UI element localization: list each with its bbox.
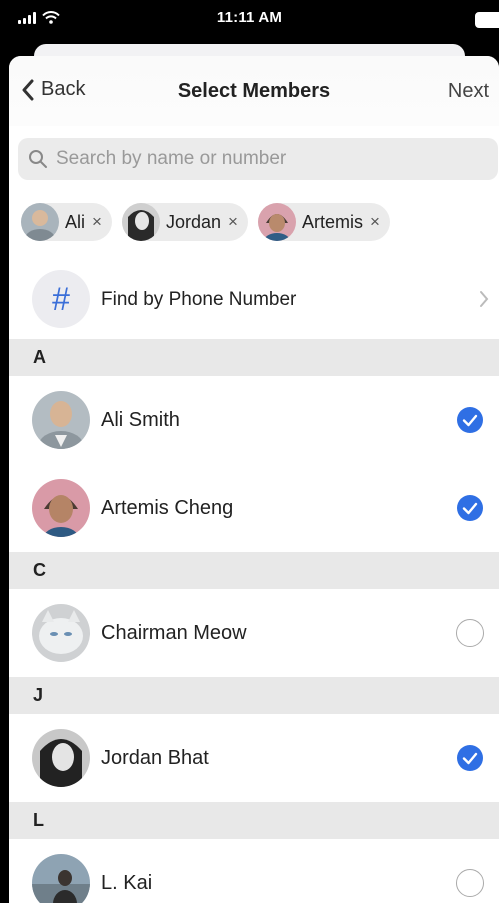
section-header-c: C [9,552,499,589]
checkmark-selected-icon[interactable] [457,407,483,433]
contact-name: L. Kai [101,872,153,894]
checkbox-unselected-icon[interactable] [456,869,484,897]
chip-label: Ali [65,211,86,232]
contact-row-artemis-cheng[interactable]: Artemis Cheng [9,464,499,552]
select-members-sheet: Back Select Members Next Ali × Jordan × [9,56,499,903]
contact-row-l-kai[interactable]: L. Kai [9,839,499,903]
hash-icon: # [32,270,90,328]
search-input[interactable] [54,147,478,171]
remove-chip-icon[interactable]: × [228,212,238,232]
search-icon [29,150,47,168]
section-header-a: A [9,339,499,376]
status-bar: 11:11 AM [0,0,499,40]
section-letter: C [33,560,46,580]
avatar [257,203,296,241]
checkbox-unselected-icon[interactable] [456,619,484,647]
remove-chip-icon[interactable]: × [92,212,102,232]
battery-icon [475,12,499,28]
avatar [32,479,90,537]
avatar [32,854,90,903]
contact-name: Artemis Cheng [101,497,234,519]
avatar [21,203,59,241]
member-chip-ali[interactable]: Ali × [21,203,112,241]
avatar [32,604,90,662]
section-letter: J [33,685,44,705]
avatar [32,391,90,449]
back-button[interactable]: Back [21,78,85,101]
search-bar [18,138,498,180]
status-time: 11:11 AM [216,9,283,26]
next-button[interactable]: Next [448,80,489,103]
navigation-bar: Back Select Members Next [9,56,499,126]
member-chip-jordan[interactable]: Jordan × [121,203,248,241]
contact-row-chairman-meow[interactable]: Chairman Meow [9,589,499,677]
find-by-phone-label: Find by Phone Number [101,289,297,310]
checkmark-selected-icon[interactable] [457,745,483,771]
chip-label: Jordan [165,211,221,232]
section-letter: A [33,347,46,367]
section-header-l: L [9,802,499,839]
chevron-right-icon [480,291,489,307]
contact-name: Ali Smith [101,409,180,431]
contact-name: Jordan Bhat [101,747,209,769]
avatar [121,203,160,241]
find-by-phone-row[interactable]: # Find by Phone Number [9,262,499,338]
member-chip-artemis[interactable]: Artemis × [257,203,390,241]
chevron-left-icon [22,79,34,100]
avatar [32,729,90,787]
checkmark-selected-icon[interactable] [457,495,483,521]
contact-row-ali-smith[interactable]: Ali Smith [9,376,499,464]
selected-members-chips: Ali × Jordan × Artemis × [21,203,390,241]
chip-label: Artemis [301,211,363,232]
section-letter: L [33,810,44,830]
contact-row-jordan-bhat[interactable]: Jordan Bhat [9,714,499,802]
remove-chip-icon[interactable]: × [370,212,380,232]
section-header-j: J [9,677,499,714]
back-label: Back [41,78,86,100]
contact-name: Chairman Meow [101,622,247,644]
